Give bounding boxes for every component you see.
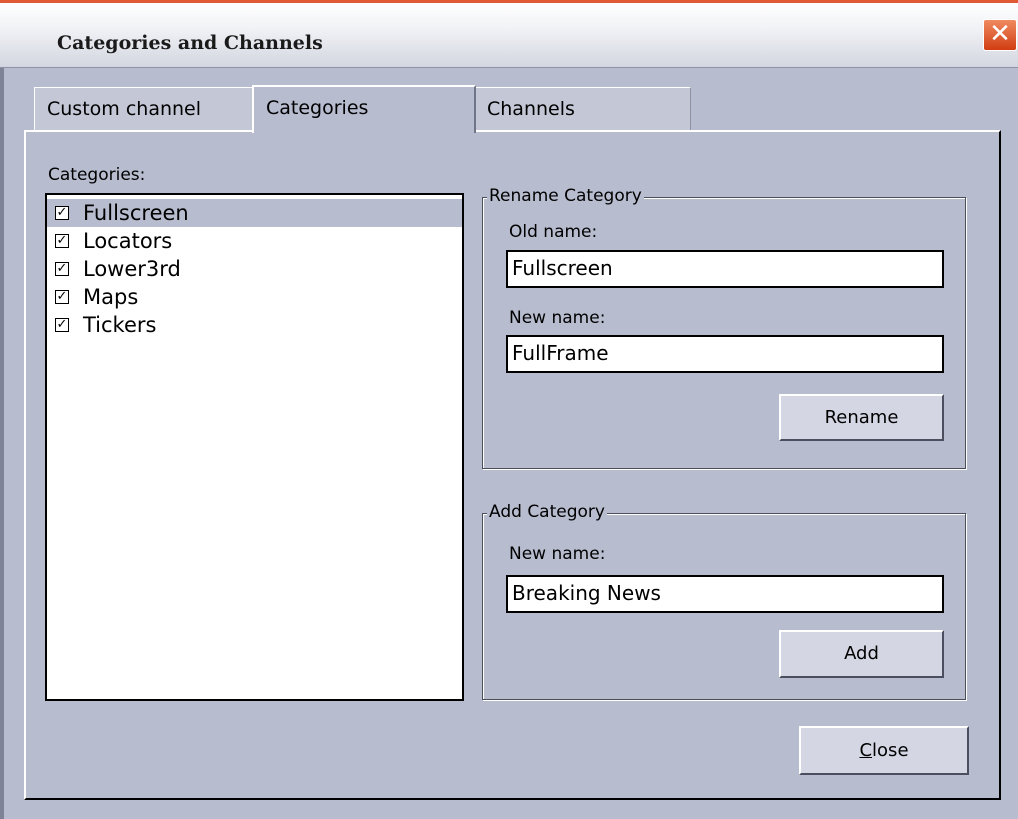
list-item-label: Locators bbox=[83, 229, 173, 253]
add-new-name-field[interactable]: Breaking News bbox=[506, 575, 944, 613]
checkbox[interactable]: ✓ bbox=[55, 234, 69, 248]
close-icon[interactable]: ✕ bbox=[983, 19, 1017, 51]
list-item-maps[interactable]: ✓ Maps bbox=[47, 283, 462, 311]
list-item-label: Lower3rd bbox=[83, 257, 181, 281]
checkbox[interactable]: ✓ bbox=[55, 262, 69, 276]
list-item-label: Maps bbox=[83, 285, 139, 309]
add-new-name-label: New name: bbox=[509, 544, 606, 564]
window-title: Categories and Channels bbox=[57, 32, 323, 54]
list-item-tickers[interactable]: ✓ Tickers bbox=[47, 311, 462, 339]
list-item-lower3rd[interactable]: ✓ Lower3rd bbox=[47, 255, 462, 283]
close-button-accelerator: C bbox=[859, 740, 873, 761]
checkbox[interactable]: ✓ bbox=[55, 290, 69, 304]
close-button[interactable]: Close bbox=[799, 726, 969, 775]
close-button-label: lose bbox=[872, 740, 909, 761]
add-button[interactable]: Add bbox=[779, 630, 944, 678]
rename-category-title: Rename Category bbox=[487, 186, 644, 206]
rename-new-name-field[interactable]: FullFrame bbox=[506, 335, 944, 373]
old-name-field[interactable]: Fullscreen bbox=[506, 250, 944, 288]
categories-label: Categories: bbox=[48, 165, 146, 185]
list-item-locators[interactable]: ✓ Locators bbox=[47, 227, 462, 255]
categories-listbox[interactable]: ✓ Fullscreen ✓ Locators ✓ Lower3rd ✓ Map… bbox=[45, 193, 464, 701]
window-left-border bbox=[0, 68, 4, 819]
list-item-label: Fullscreen bbox=[83, 201, 189, 225]
tab-channels[interactable]: Channels bbox=[475, 87, 691, 131]
rename-button[interactable]: Rename bbox=[779, 394, 944, 441]
list-item-fullscreen[interactable]: ✓ Fullscreen bbox=[47, 199, 462, 227]
add-category-title: Add Category bbox=[487, 502, 607, 522]
title-bar[interactable]: Categories and Channels ✕ bbox=[0, 3, 1018, 68]
old-name-label: Old name: bbox=[509, 222, 598, 242]
tab-categories[interactable]: Categories bbox=[252, 85, 476, 133]
tab-custom-channel[interactable]: Custom channel bbox=[34, 87, 253, 131]
checkbox[interactable]: ✓ bbox=[55, 206, 69, 220]
list-item-label: Tickers bbox=[83, 313, 157, 337]
rename-new-name-label: New name: bbox=[509, 308, 606, 328]
checkbox[interactable]: ✓ bbox=[55, 318, 69, 332]
